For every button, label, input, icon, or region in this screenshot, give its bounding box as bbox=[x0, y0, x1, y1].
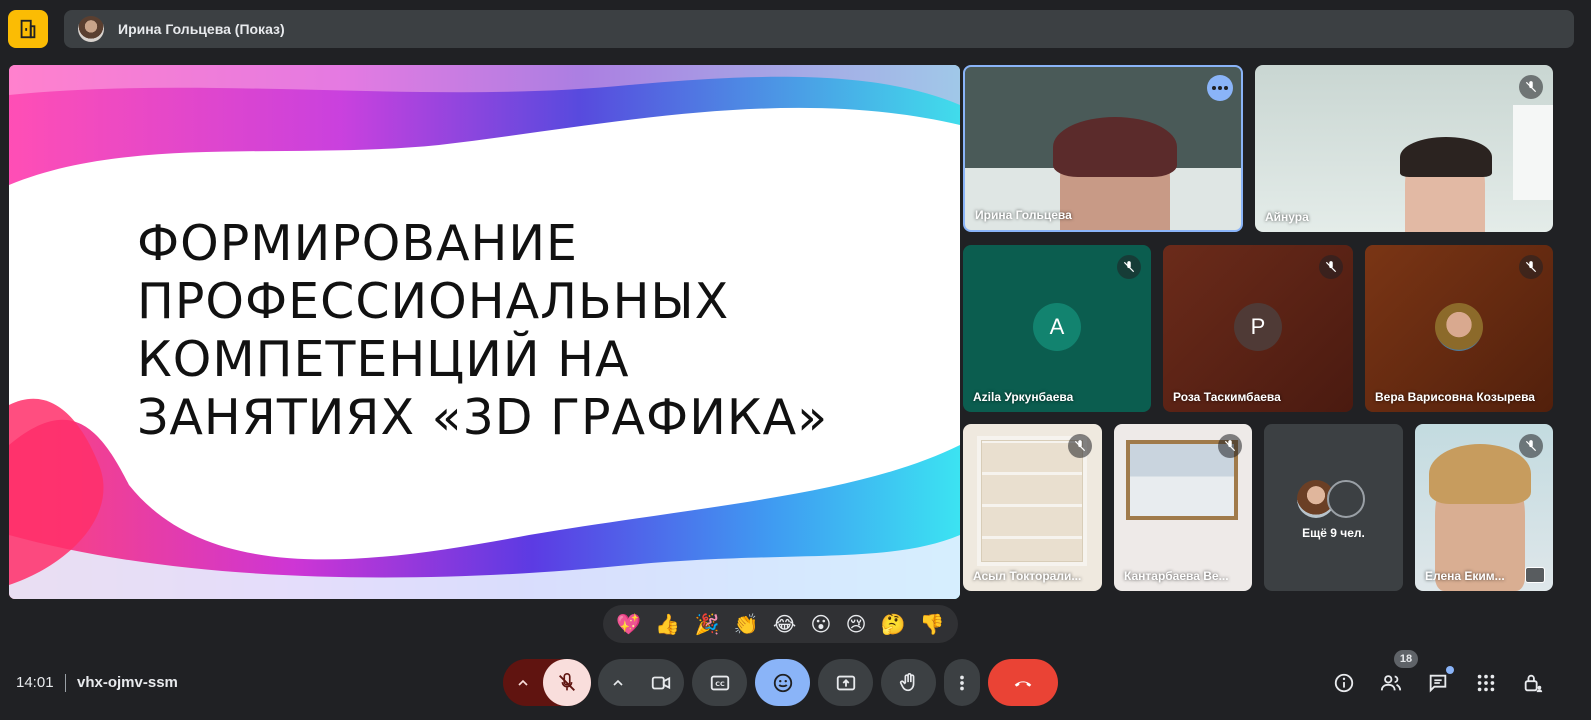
chevron-up-icon bbox=[613, 679, 623, 686]
participant-name: Ирина Гольцева bbox=[975, 208, 1072, 222]
bookshelf-video bbox=[977, 436, 1087, 566]
participant-name: Елена Еким... bbox=[1425, 569, 1505, 583]
reactions-bar: 💖 👍 🎉 👏 😂 😮 😢 🤔 👎 bbox=[603, 605, 958, 643]
participant-hair bbox=[1053, 117, 1177, 177]
slide-title-line: КОМПЕТЕНЦИЙ НА bbox=[137, 331, 630, 388]
divider bbox=[65, 674, 66, 692]
participant-tile-irina[interactable]: Ирина Гольцева bbox=[963, 65, 1243, 232]
reaction-clap[interactable]: 👏 bbox=[734, 614, 759, 634]
mic-off-icon bbox=[1519, 434, 1543, 458]
chevron-up-icon bbox=[518, 679, 528, 686]
slide-title-line: ФОРМИРОВАНИЕ bbox=[137, 215, 578, 272]
participant-hair bbox=[1400, 137, 1492, 177]
participant-avatar bbox=[1435, 303, 1483, 351]
participant-hair bbox=[1429, 444, 1531, 504]
activities-button[interactable] bbox=[1471, 668, 1501, 698]
reaction-thinking[interactable]: 🤔 bbox=[881, 614, 906, 634]
closed-captions-icon: CC bbox=[710, 675, 729, 690]
door-icon bbox=[20, 19, 36, 39]
participant-tile-more[interactable]: Ещё 9 чел. bbox=[1264, 424, 1403, 591]
svg-text:CC: CC bbox=[715, 680, 725, 688]
present-screen-button[interactable] bbox=[818, 659, 873, 706]
captions-button[interactable]: CC bbox=[692, 659, 747, 706]
chat-notification-dot bbox=[1446, 666, 1454, 674]
mic-off-icon bbox=[1319, 255, 1343, 279]
meeting-details-button[interactable] bbox=[1329, 668, 1359, 698]
presenter-bar[interactable]: Ирина Гольцева (Показ) bbox=[64, 10, 1574, 48]
raise-hand-button[interactable] bbox=[881, 659, 936, 706]
participant-avatar bbox=[1327, 480, 1365, 518]
leave-call-button[interactable] bbox=[988, 659, 1058, 706]
info-icon bbox=[1334, 673, 1354, 693]
more-participants-label: Ещё 9 чел. bbox=[1302, 526, 1365, 540]
mic-toggle-button[interactable] bbox=[543, 659, 591, 706]
reaction-laugh[interactable]: 😂 bbox=[773, 614, 796, 634]
mic-off-icon bbox=[559, 672, 575, 691]
present-screen-icon bbox=[836, 675, 855, 690]
meet-app-icon[interactable] bbox=[8, 10, 48, 48]
reaction-sad[interactable]: 😢 bbox=[846, 614, 867, 634]
video-camera-icon bbox=[651, 676, 671, 689]
reaction-surprised[interactable]: 😮 bbox=[810, 614, 831, 634]
participants-count-badge: 18 bbox=[1394, 650, 1418, 668]
slide-title-line: ЗАНЯТИЯХ «3D ГРАФИКА» bbox=[137, 389, 829, 446]
camera-toggle-button[interactable] bbox=[638, 659, 684, 706]
reaction-thumbs-down[interactable]: 👎 bbox=[920, 614, 945, 634]
mic-control-group bbox=[503, 659, 591, 706]
participant-tile-kantarbaeva[interactable]: Кантарбаева Ве... bbox=[1114, 424, 1252, 591]
meeting-code: vhx-ojmv-ssm bbox=[77, 674, 178, 691]
reaction-party[interactable]: 🎉 bbox=[694, 614, 719, 634]
participant-name: Асыл Токторали... bbox=[973, 569, 1082, 583]
video-options-button[interactable] bbox=[598, 659, 638, 706]
participant-background bbox=[1513, 105, 1553, 200]
meet-window: Ирина Гольцева (Показ) ФОРМИРОВАНИЕ ПРОФ… bbox=[0, 0, 1591, 720]
presenter-name: Ирина Гольцева (Показ) bbox=[118, 21, 285, 37]
host-controls-button[interactable] bbox=[1518, 668, 1548, 698]
participant-tile-elena[interactable]: Елена Еким... bbox=[1415, 424, 1553, 591]
people-icon bbox=[1380, 675, 1402, 691]
participants-button[interactable] bbox=[1376, 668, 1406, 698]
mic-off-icon bbox=[1117, 255, 1141, 279]
slide-title-line: ПРОФЕССИОНАЛЬНЫХ bbox=[137, 273, 730, 330]
presenter-avatar bbox=[78, 16, 104, 42]
participant-tile-vera[interactable]: Вера Варисовна Козырева bbox=[1365, 245, 1553, 412]
participant-avatar: A bbox=[1033, 303, 1081, 351]
participant-tile-asyl[interactable]: Асыл Токторали... bbox=[963, 424, 1102, 591]
participant-name: Вера Варисовна Козырева bbox=[1375, 390, 1535, 404]
current-time: 14:01 bbox=[16, 674, 54, 691]
participant-name: Кантарбаева Ве... bbox=[1124, 569, 1229, 583]
reaction-heart[interactable]: 💖 bbox=[616, 614, 641, 634]
audio-options-button[interactable] bbox=[503, 659, 543, 706]
apps-grid-icon bbox=[1477, 674, 1495, 692]
presentation-slide: ФОРМИРОВАНИЕ ПРОФЕССИОНАЛЬНЫХ КОМПЕТЕНЦИ… bbox=[9, 65, 960, 599]
reactions-button[interactable] bbox=[755, 659, 810, 706]
participant-tile-ainura[interactable]: Айнура bbox=[1255, 65, 1553, 232]
more-options-button[interactable] bbox=[1207, 75, 1233, 101]
more-options-button[interactable] bbox=[944, 659, 980, 706]
participant-avatar: Р bbox=[1234, 303, 1282, 351]
picture-in-picture-icon[interactable] bbox=[1525, 567, 1545, 583]
hang-up-icon bbox=[1014, 680, 1032, 687]
participant-tile-azila[interactable]: A Azila Уркунбаева bbox=[963, 245, 1151, 412]
chat-icon bbox=[1429, 674, 1447, 693]
mic-off-icon bbox=[1218, 434, 1242, 458]
participant-name: Роза Таскимбаева bbox=[1173, 390, 1281, 404]
raise-hand-icon bbox=[899, 672, 914, 691]
lock-person-icon bbox=[1524, 674, 1543, 693]
mic-off-icon bbox=[1068, 434, 1092, 458]
slide-title: ФОРМИРОВАНИЕ ПРОФЕССИОНАЛЬНЫХ КОМПЕТЕНЦИ… bbox=[137, 215, 937, 447]
mic-off-icon bbox=[1519, 75, 1543, 99]
emoji-icon bbox=[773, 673, 792, 692]
participant-name: Айнура bbox=[1265, 210, 1309, 224]
more-vertical-icon bbox=[960, 675, 964, 690]
participant-tile-roza[interactable]: Р Роза Таскимбаева bbox=[1163, 245, 1353, 412]
reaction-thumbs-up[interactable]: 👍 bbox=[655, 614, 680, 634]
camera-control-group bbox=[598, 659, 684, 706]
mic-off-icon bbox=[1519, 255, 1543, 279]
participant-name: Azila Уркунбаева bbox=[973, 390, 1074, 404]
